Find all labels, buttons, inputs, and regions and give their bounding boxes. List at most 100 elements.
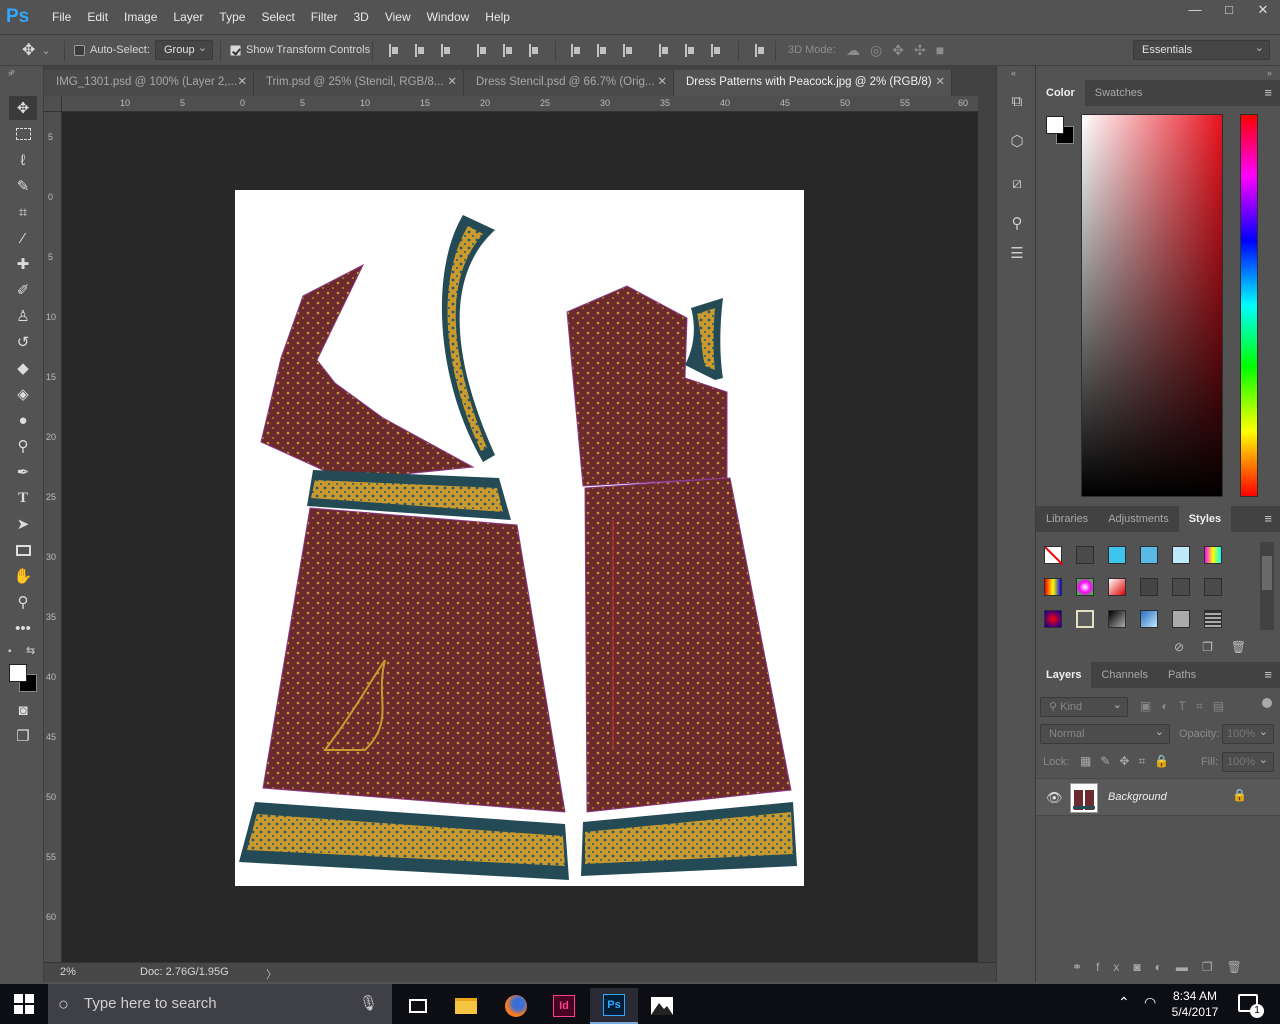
styles-scrollbar[interactable] [1260,542,1274,630]
align-left-icon[interactable] [477,43,489,57]
close-icon[interactable]: ✕ [447,70,457,94]
smart-object-filter-icon[interactable]: ▤ [1213,699,1234,713]
style-swatch[interactable] [1140,610,1158,628]
delete-layer-icon[interactable]: 🗑 [1227,960,1256,974]
menu-help[interactable]: Help [477,0,518,34]
photoshop-taskbar-icon[interactable]: Ps [590,988,638,1024]
align-top-icon[interactable] [389,43,401,57]
lock-image-icon[interactable]: ✎ [1100,754,1119,768]
align-hcenter-icon[interactable] [503,43,515,57]
eye-icon[interactable]: 👁 [1046,790,1063,806]
swap-colors-icon[interactable]: ⇆ [26,644,35,657]
maximize-button[interactable]: □ [1212,0,1246,22]
image-filter-icon[interactable]: ▣ [1140,699,1161,713]
tab-paths[interactable]: Paths [1158,662,1206,688]
windows-start-icon[interactable] [14,994,34,1014]
fill-input[interactable]: 100% [1222,751,1274,772]
auto-align-icon[interactable] [755,43,767,57]
network-icon[interactable]: ◠ [1144,994,1156,1011]
properties-panel-icon[interactable]: ⧄ [1005,172,1029,196]
menu-layer[interactable]: Layer [165,0,211,34]
tab-styles[interactable]: Styles [1178,506,1232,532]
default-colors-icon[interactable]: ▪ [8,646,12,657]
vertical-ruler[interactable]: 5 0 5 10 15 20 25 30 35 40 45 50 55 60 [44,112,62,962]
horizontal-ruler[interactable]: 10 5 0 5 10 15 20 25 30 35 40 45 50 55 6… [62,96,978,112]
close-button[interactable]: ✕ [1246,0,1280,22]
eraser-tool-icon[interactable]: ◆ [9,356,37,380]
close-icon[interactable]: ✕ [935,70,945,94]
style-swatch[interactable] [1076,610,1094,628]
blend-mode-dropdown[interactable]: Normal [1040,723,1170,744]
healing-brush-tool-icon[interactable]: ✚ [9,252,37,276]
style-swatch[interactable] [1108,578,1126,596]
auto-select-toggle[interactable]: Auto-Select: [74,35,150,65]
tab-adjustments[interactable]: Adjustments [1098,506,1179,532]
menu-edit[interactable]: Edit [79,0,116,34]
rectangle-tool-icon[interactable] [9,538,37,562]
ruler-corner[interactable] [44,96,62,112]
crop-tool-icon[interactable]: ⌗ [9,200,37,224]
firefox-icon[interactable] [492,988,540,1024]
layer-row-background[interactable]: 👁 Background 🔒 [1036,778,1280,816]
style-swatch[interactable] [1108,546,1126,564]
adjustment-filter-icon[interactable]: ◐ [1161,699,1178,713]
auto-select-checkbox[interactable] [74,44,85,56]
tool-presets-icon[interactable]: ☰ [1005,242,1029,266]
clone-stamp-tool-icon[interactable]: ♙ [9,304,37,328]
foreground-color-swatch[interactable] [9,664,27,682]
dodge-tool-icon[interactable]: ⚲ [9,434,37,458]
tab-channels[interactable]: Channels [1091,662,1157,688]
menu-window[interactable]: Window [419,0,478,34]
layer-name[interactable]: Background [1108,791,1167,803]
panel-menu-icon[interactable]: ≡ [1264,662,1272,688]
style-swatch[interactable] [1172,610,1190,628]
fx-icon[interactable]: fx [1096,960,1133,974]
align-right-icon[interactable] [529,43,541,57]
color-foreground-swatch[interactable] [1046,116,1064,134]
document-canvas[interactable] [235,190,804,886]
panel-menu-icon[interactable]: ≡ [1264,80,1272,106]
style-swatch[interactable] [1172,546,1190,564]
lock-position-icon[interactable]: ✥ [1119,754,1138,768]
lock-transparent-icon[interactable]: ▦ [1080,754,1100,768]
zoom-level[interactable]: 2% [60,966,76,978]
panel-menu-icon[interactable]: ≡ [1264,506,1272,532]
add-mask-icon[interactable]: ◙ [1133,960,1154,974]
align-vcenter-icon[interactable] [415,43,427,57]
tab-img-1301[interactable]: IMG_1301.psd @ 100% (Layer 2,... ✕ [44,70,254,96]
filter-kind-dropdown[interactable]: ⚲ Kind [1040,696,1128,717]
slide-3d-icon[interactable]: ✣ [914,42,936,59]
style-none[interactable] [1044,546,1064,566]
style-swatch[interactable] [1044,578,1062,596]
distribute-left-icon[interactable] [659,43,671,57]
type-tool-icon[interactable]: T [9,486,37,510]
distribute-right-icon[interactable] [711,43,723,57]
hue-slider[interactable] [1240,114,1258,497]
more-tools-icon[interactable]: ••• [9,616,37,640]
style-swatch[interactable] [1204,610,1222,628]
distribute-vcenter-icon[interactable] [597,43,609,57]
new-group-icon[interactable]: ▬ [1176,960,1202,974]
style-swatch[interactable] [1204,578,1222,596]
show-hidden-icons-icon[interactable]: ⌃ [1118,994,1130,1011]
3d-panel-icon[interactable]: ⬡ [1005,130,1029,154]
style-swatch[interactable] [1076,578,1094,596]
style-swatch[interactable] [1140,578,1158,596]
tab-layers[interactable]: Layers [1036,662,1092,688]
indesign-icon[interactable]: Id [540,988,588,1024]
zoom-tool-icon[interactable]: ⚲ [9,590,37,614]
menu-filter[interactable]: Filter [303,0,346,34]
collapse-panels-icon[interactable]: » [1267,68,1272,78]
roll-3d-icon[interactable]: ◎ [870,42,892,59]
paint-bucket-tool-icon[interactable]: ◈ [9,382,37,406]
distribute-top-icon[interactable] [571,43,583,57]
collapse-tabs-icon[interactable]: » [10,66,30,76]
marquee-tool-icon[interactable] [9,122,37,146]
vertical-scrollbar[interactable] [978,96,996,962]
filter-toggle-icon[interactable] [1262,698,1272,708]
taskbar-search-box[interactable]: ○ Type here to search 🎙 [48,984,392,1024]
quick-selection-tool-icon[interactable]: ✎ [9,174,37,198]
drag-3d-icon[interactable]: ✥ [892,42,914,59]
menu-type[interactable]: Type [211,0,253,34]
show-transform-checkbox[interactable] [230,44,241,56]
